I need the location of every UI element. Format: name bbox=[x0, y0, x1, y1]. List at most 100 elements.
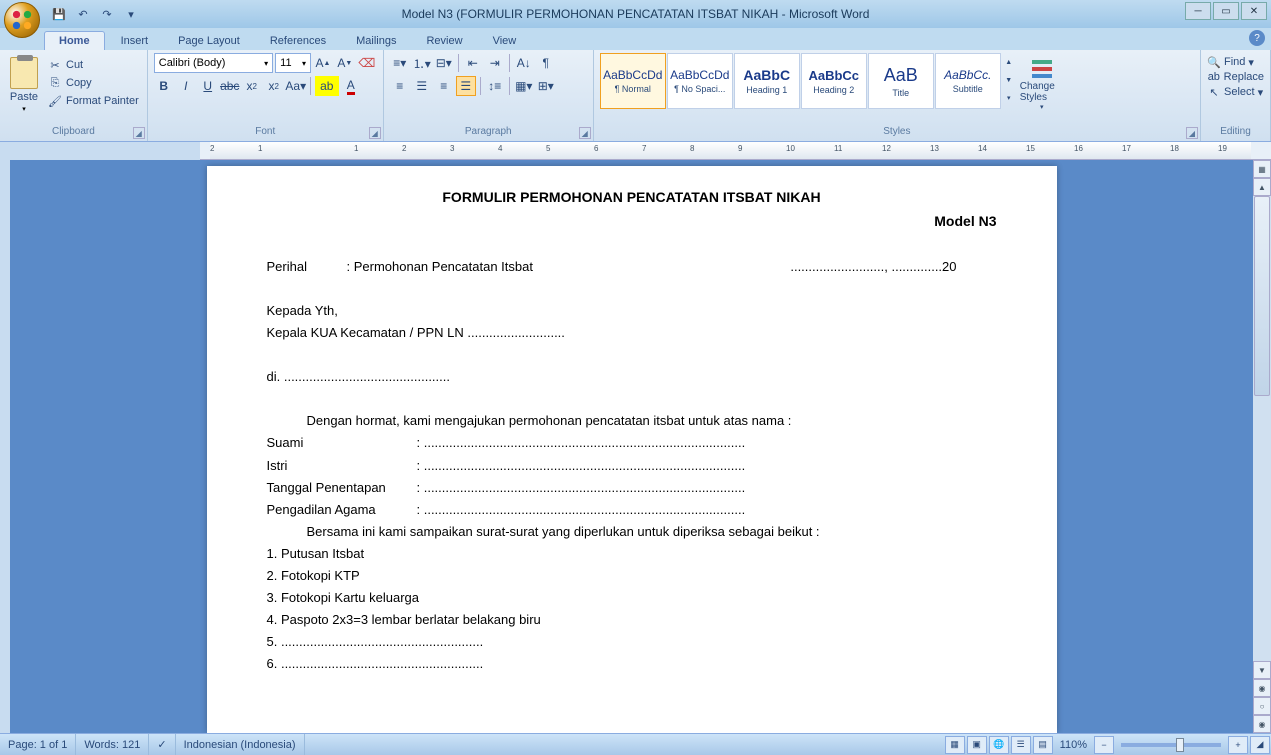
close-button[interactable]: ✕ bbox=[1241, 2, 1267, 20]
zoom-level[interactable]: 110% bbox=[1054, 739, 1093, 751]
styles-scroll-down[interactable]: ▼ bbox=[1002, 71, 1016, 89]
tab-mailings[interactable]: Mailings bbox=[342, 32, 410, 50]
select-button[interactable]: ↖Select ▾ bbox=[1207, 85, 1264, 99]
print-layout-view[interactable]: ▦ bbox=[945, 736, 965, 754]
status-proofing[interactable]: ✓ bbox=[149, 734, 175, 755]
minimize-button[interactable]: ─ bbox=[1185, 2, 1211, 20]
zoom-in-button[interactable]: + bbox=[1228, 736, 1248, 754]
redo-button[interactable]: ↷ bbox=[96, 3, 118, 25]
web-layout-view[interactable]: 🌐 bbox=[989, 736, 1009, 754]
clear-formatting-button[interactable]: ⌫ bbox=[357, 53, 377, 73]
tab-insert[interactable]: Insert bbox=[107, 32, 163, 50]
style-heading-2[interactable]: AaBbCcHeading 2 bbox=[801, 53, 867, 109]
ruler-toggle[interactable]: ▦ bbox=[1253, 160, 1271, 178]
zoom-slider[interactable] bbox=[1121, 743, 1221, 747]
subscript-button[interactable]: x2 bbox=[242, 76, 262, 96]
scroll-up-button[interactable]: ▲ bbox=[1253, 178, 1271, 196]
sort-button[interactable]: A↓ bbox=[514, 53, 534, 73]
document-scroll[interactable]: FORMULIR PERMOHONAN PENCATATAN ITSBAT NI… bbox=[10, 160, 1253, 733]
resize-grip[interactable]: ◢ bbox=[1250, 736, 1270, 754]
italic-button[interactable]: I bbox=[176, 76, 196, 96]
superscript-button[interactable]: x2 bbox=[264, 76, 284, 96]
scroll-down-button[interactable]: ▼ bbox=[1253, 661, 1271, 679]
replace-button[interactable]: abReplace bbox=[1207, 70, 1264, 84]
undo-button[interactable]: ↶ bbox=[72, 3, 94, 25]
style-no-spacing[interactable]: AaBbCcDd¶ No Spaci... bbox=[667, 53, 733, 109]
shrink-font-button[interactable]: A▼ bbox=[335, 53, 355, 73]
group-paragraph: ≡▾ ⒈▾ ⊟▾ ⇤ ⇥ A↓ ¶ ≡ ☰ ≡ ☰ ↕≡ ▦▾ ⊞▾ bbox=[384, 50, 594, 141]
strikethrough-button[interactable]: abc bbox=[220, 76, 240, 96]
help-button[interactable]: ? bbox=[1249, 30, 1265, 46]
line-spacing-button[interactable]: ↕≡ bbox=[485, 76, 505, 96]
prev-page-button[interactable]: ◉ bbox=[1253, 679, 1271, 697]
tab-view[interactable]: View bbox=[479, 32, 531, 50]
draft-view[interactable]: ▤ bbox=[1033, 736, 1053, 754]
multilevel-button[interactable]: ⊟▾ bbox=[434, 53, 454, 73]
horizontal-ruler[interactable]: 2112345678910111213141516171819 bbox=[200, 142, 1271, 160]
zoom-out-button[interactable]: − bbox=[1094, 736, 1114, 754]
show-marks-button[interactable]: ¶ bbox=[536, 53, 556, 73]
borders-button[interactable]: ⊞▾ bbox=[536, 76, 556, 96]
font-dialog-launcher[interactable]: ◢ bbox=[369, 127, 381, 139]
group-editing: 🔍Find ▾ abReplace ↖Select ▾ Editing bbox=[1201, 50, 1271, 141]
maximize-button[interactable]: ▭ bbox=[1213, 2, 1239, 20]
shading-button[interactable]: ▦▾ bbox=[514, 76, 534, 96]
paragraph-dialog-launcher[interactable]: ◢ bbox=[579, 127, 591, 139]
styles-dialog-launcher[interactable]: ◢ bbox=[1186, 127, 1198, 139]
bold-button[interactable]: B bbox=[154, 76, 174, 96]
copy-button[interactable]: ⎘Copy bbox=[46, 75, 141, 91]
style-heading-1[interactable]: AaBbCHeading 1 bbox=[734, 53, 800, 109]
tab-review[interactable]: Review bbox=[412, 32, 476, 50]
save-button[interactable]: 💾 bbox=[48, 3, 70, 25]
style-normal[interactable]: AaBbCcDd¶ Normal bbox=[600, 53, 666, 109]
group-label-clipboard: Clipboard bbox=[6, 124, 141, 139]
grow-font-button[interactable]: A▲ bbox=[313, 53, 333, 73]
clipboard-dialog-launcher[interactable]: ◢ bbox=[133, 127, 145, 139]
align-left-button[interactable]: ≡ bbox=[390, 76, 410, 96]
browse-object-button[interactable]: ○ bbox=[1253, 697, 1271, 715]
align-right-button[interactable]: ≡ bbox=[434, 76, 454, 96]
font-color-button[interactable]: A bbox=[341, 76, 361, 96]
outline-view[interactable]: ☰ bbox=[1011, 736, 1031, 754]
title-bar: 💾 ↶ ↷ ▾ Model N3 (FORMULIR PERMOHONAN PE… bbox=[0, 0, 1271, 28]
full-screen-view[interactable]: ▣ bbox=[967, 736, 987, 754]
office-button[interactable] bbox=[4, 2, 40, 38]
document-page[interactable]: FORMULIR PERMOHONAN PENCATATAN ITSBAT NI… bbox=[207, 166, 1057, 733]
next-page-button[interactable]: ◉ bbox=[1253, 715, 1271, 733]
underline-button[interactable]: U bbox=[198, 76, 218, 96]
decrease-indent-button[interactable]: ⇤ bbox=[463, 53, 483, 73]
style-subtitle[interactable]: AaBbCc.Subtitle bbox=[935, 53, 1001, 109]
document-area: FORMULIR PERMOHONAN PENCATATAN ITSBAT NI… bbox=[0, 160, 1271, 733]
qat-customize[interactable]: ▾ bbox=[120, 3, 142, 25]
zoom-thumb[interactable] bbox=[1176, 738, 1184, 752]
bullets-button[interactable]: ≡▾ bbox=[390, 53, 410, 73]
change-case-button[interactable]: Aa▾ bbox=[286, 76, 306, 96]
status-page[interactable]: Page: 1 of 1 bbox=[0, 734, 76, 755]
status-language[interactable]: Indonesian (Indonesia) bbox=[176, 734, 305, 755]
format-painter-button[interactable]: 🖌Format Painter bbox=[46, 93, 141, 109]
vertical-scrollbar[interactable]: ▦ ▲ ▼ ◉ ○ ◉ bbox=[1253, 160, 1271, 733]
change-styles-button[interactable]: Change Styles▾ bbox=[1020, 53, 1064, 124]
cut-button[interactable]: ✂Cut bbox=[46, 57, 141, 73]
numbering-button[interactable]: ⒈▾ bbox=[412, 53, 432, 73]
quick-access-toolbar: 💾 ↶ ↷ ▾ bbox=[48, 3, 142, 25]
tab-page-layout[interactable]: Page Layout bbox=[164, 32, 254, 50]
font-name-combo[interactable]: Calibri (Body)▾ bbox=[154, 53, 273, 73]
highlight-button[interactable]: ab bbox=[315, 76, 339, 96]
font-size-combo[interactable]: 11▾ bbox=[275, 53, 311, 73]
status-bar: Page: 1 of 1 Words: 121 ✓ Indonesian (In… bbox=[0, 733, 1271, 755]
paste-button[interactable]: Paste ▾ bbox=[6, 53, 42, 124]
tab-home[interactable]: Home bbox=[44, 31, 105, 50]
styles-scroll-up[interactable]: ▲ bbox=[1002, 53, 1016, 71]
status-words[interactable]: Words: 121 bbox=[76, 734, 149, 755]
scroll-thumb[interactable] bbox=[1254, 196, 1270, 396]
justify-button[interactable]: ☰ bbox=[456, 76, 476, 96]
group-label-editing: Editing bbox=[1207, 124, 1264, 139]
tab-references[interactable]: References bbox=[256, 32, 340, 50]
styles-more[interactable]: ▾ bbox=[1002, 89, 1016, 107]
find-button[interactable]: 🔍Find ▾ bbox=[1207, 55, 1264, 69]
style-title[interactable]: AaBTitle bbox=[868, 53, 934, 109]
align-center-button[interactable]: ☰ bbox=[412, 76, 432, 96]
increase-indent-button[interactable]: ⇥ bbox=[485, 53, 505, 73]
group-styles: AaBbCcDd¶ Normal AaBbCcDd¶ No Spaci... A… bbox=[594, 50, 1201, 141]
